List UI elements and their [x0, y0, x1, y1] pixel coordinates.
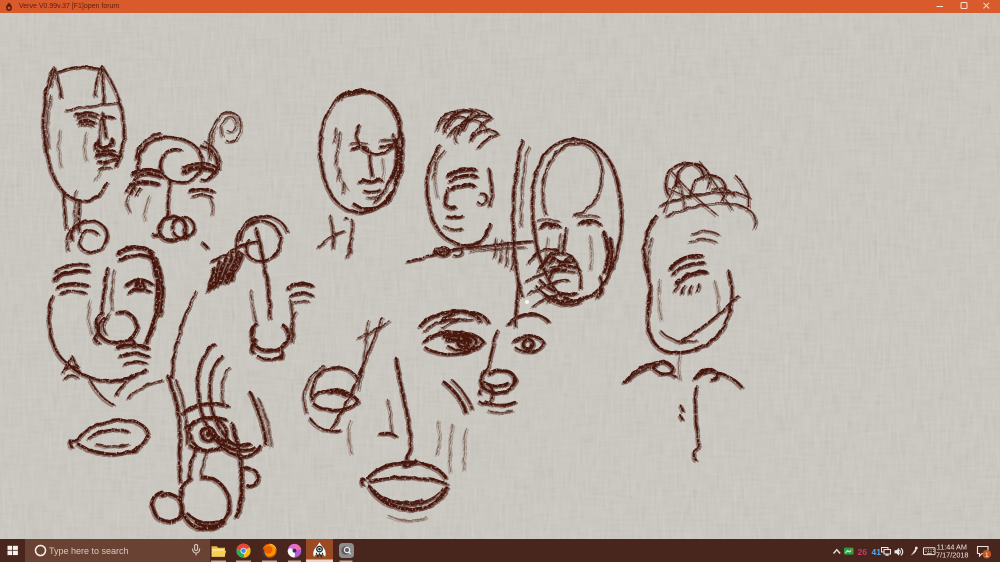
svg-text:41: 41: [872, 547, 882, 557]
svg-text:1: 1: [985, 552, 989, 559]
svg-text:7/17/2018: 7/17/2018: [936, 551, 968, 560]
svg-text:26: 26: [858, 547, 868, 557]
